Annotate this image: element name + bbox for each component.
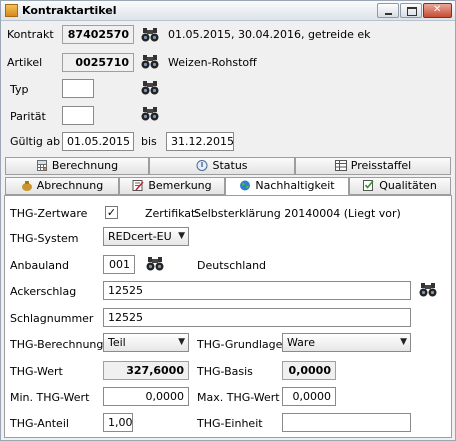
kontraktartikel-window: Kontraktartikel Kontrakt 87402570 01.05.… bbox=[0, 0, 456, 441]
binoculars-icon[interactable] bbox=[141, 106, 159, 122]
note-icon bbox=[132, 180, 144, 191]
max-thg-wert-field[interactable]: 0,0000 bbox=[282, 387, 336, 406]
max-thg-wert-label: Max. THG-Wert bbox=[197, 391, 280, 404]
tab-abrechnung-label: Abrechnung bbox=[36, 179, 104, 192]
ackerschlag-field[interactable]: 12525 bbox=[103, 281, 411, 300]
min-thg-wert-label: Min. THG-Wert bbox=[10, 391, 90, 404]
typ-field[interactable] bbox=[62, 79, 94, 98]
tab-preisstaffel-label: Preisstaffel bbox=[350, 159, 412, 172]
kontrakt-description: 01.05.2015, 30.04.2016, getreide ek bbox=[168, 28, 371, 41]
thg-berechnung-value: Teil bbox=[108, 336, 126, 349]
table-icon bbox=[334, 160, 347, 171]
tab-qualitaeten[interactable]: Qualitäten bbox=[349, 177, 451, 195]
tab-preisstaffel[interactable]: Preisstaffel bbox=[295, 157, 451, 175]
thg-anteil-label: THG-Anteil bbox=[10, 417, 69, 430]
thg-grundlage-label: THG-Grundlage bbox=[197, 338, 283, 351]
thg-zertware-label: THG-Zertware bbox=[10, 207, 88, 220]
tab-status-label: Status bbox=[212, 159, 248, 172]
tab-berechnung[interactable]: Berechnung bbox=[5, 157, 149, 175]
status-icon bbox=[196, 160, 208, 171]
tab-bemerkung[interactable]: Bemerkung bbox=[119, 177, 225, 195]
maximize-button[interactable] bbox=[400, 3, 422, 18]
money-bag-icon bbox=[21, 181, 32, 191]
artikel-description: Weizen-Rohstoff bbox=[168, 56, 257, 69]
app-icon bbox=[5, 4, 18, 17]
thg-zertware-checkbox[interactable]: ✓ bbox=[105, 206, 118, 219]
tab-qualitaeten-label: Qualitäten bbox=[379, 179, 437, 192]
min-thg-wert-field[interactable]: 0,0000 bbox=[103, 387, 189, 406]
gueltig-bis-field[interactable]: 31.12.2015 bbox=[166, 132, 234, 151]
thg-einheit-label: THG-Einheit bbox=[197, 417, 263, 430]
typ-label: Typ bbox=[10, 83, 29, 96]
tab-status[interactable]: Status bbox=[149, 157, 295, 175]
bis-label: bis bbox=[141, 135, 157, 148]
thg-grundlage-value: Ware bbox=[287, 336, 315, 349]
globe-icon bbox=[240, 180, 251, 191]
tab-nachhaltigkeit-label: Nachhaltigkeit bbox=[255, 179, 335, 192]
close-button[interactable] bbox=[423, 3, 452, 18]
thg-berechnung-label: THG-Berechnung bbox=[10, 338, 104, 351]
chevron-down-icon: ▼ bbox=[400, 337, 407, 347]
thg-grundlage-select[interactable]: Ware ▼ bbox=[282, 333, 411, 352]
binoculars-icon[interactable] bbox=[146, 256, 164, 272]
minimize-button[interactable] bbox=[377, 3, 399, 18]
thg-basis-field[interactable]: 0,0000 bbox=[282, 361, 336, 380]
thg-einheit-field[interactable] bbox=[282, 413, 411, 432]
calculator-icon bbox=[36, 160, 47, 171]
chevron-down-icon: ▼ bbox=[178, 231, 185, 241]
anbauland-name: Deutschland bbox=[197, 259, 267, 272]
quality-icon bbox=[363, 180, 374, 191]
binoculars-icon[interactable] bbox=[419, 282, 437, 298]
thg-wert-field[interactable]: 327,6000 bbox=[103, 361, 189, 380]
binoculars-icon[interactable] bbox=[141, 27, 159, 43]
kontrakt-field[interactable]: 87402570 bbox=[62, 25, 134, 44]
binoculars-icon[interactable] bbox=[141, 80, 159, 96]
gueltig-ab-field[interactable]: 01.05.2015 bbox=[62, 132, 134, 151]
ackerschlag-label: Ackerschlag bbox=[10, 285, 77, 298]
title-bar[interactable]: Kontraktartikel bbox=[1, 1, 455, 21]
chevron-down-icon: ▼ bbox=[178, 337, 185, 347]
schlagnummer-field[interactable]: 12525 bbox=[103, 308, 411, 327]
zertifikat-label: Zertifikat: bbox=[145, 207, 200, 220]
anbauland-field[interactable]: 001 bbox=[103, 255, 135, 274]
gueltig-ab-label: Gültig ab bbox=[10, 135, 61, 148]
thg-system-value: REDcert-EU bbox=[108, 230, 172, 243]
tab-berechnung-label: Berechnung bbox=[51, 159, 119, 172]
thg-system-select[interactable]: REDcert-EU ▼ bbox=[103, 227, 189, 246]
schlagnummer-label: Schlagnummer bbox=[10, 312, 94, 325]
tab-bemerkung-label: Bemerkung bbox=[148, 179, 212, 192]
binoculars-icon[interactable] bbox=[141, 54, 159, 70]
kontrakt-label: Kontrakt bbox=[7, 28, 54, 41]
zertifikat-value: Selbsterklärung 20140004 (Liegt vor) bbox=[194, 207, 401, 220]
tab-nachhaltigkeit[interactable]: Nachhaltigkeit bbox=[225, 177, 349, 196]
thg-anteil-field[interactable]: 1,00 bbox=[103, 413, 133, 432]
tab-abrechnung[interactable]: Abrechnung bbox=[5, 177, 119, 195]
window-title: Kontraktartikel bbox=[22, 4, 117, 17]
paritaet-label: Parität bbox=[10, 110, 46, 123]
artikel-label: Artikel bbox=[7, 56, 43, 69]
thg-system-label: THG-System bbox=[10, 232, 79, 245]
thg-berechnung-select[interactable]: Teil ▼ bbox=[103, 333, 189, 352]
anbauland-label: Anbauland bbox=[10, 259, 69, 272]
thg-wert-label: THG-Wert bbox=[10, 365, 63, 378]
thg-basis-label: THG-Basis bbox=[197, 365, 253, 378]
artikel-field[interactable]: 0025710 bbox=[62, 53, 134, 72]
paritaet-field[interactable] bbox=[62, 106, 94, 125]
